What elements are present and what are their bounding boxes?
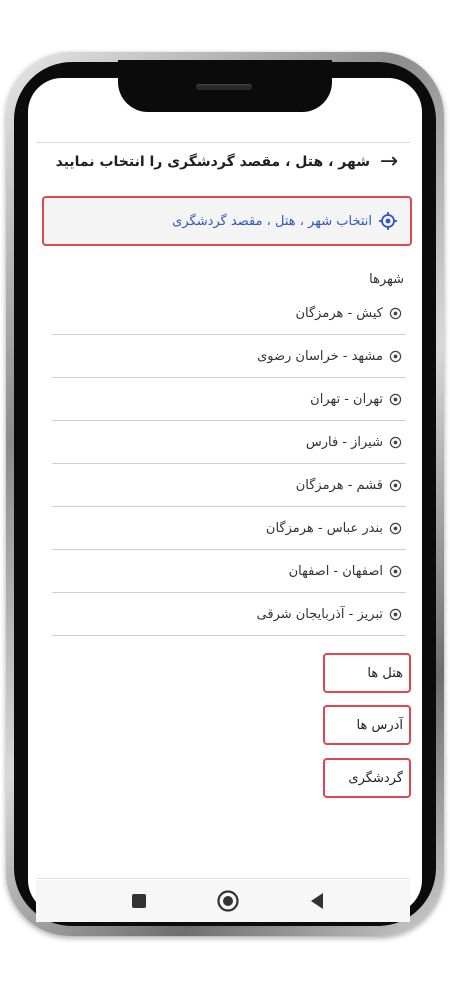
city-label: قشم - هرمزگان	[295, 477, 383, 493]
city-item-mashhad[interactable]: مشهد - خراسان رضوی	[52, 335, 406, 378]
status-divider	[36, 142, 410, 143]
location-pin-icon	[389, 565, 402, 577]
speaker-grille	[196, 84, 252, 90]
location-pin-icon	[389, 307, 402, 319]
page-title: شهر ، هتل ، مقصد گردشگری را انتخاب نمایی…	[55, 154, 370, 170]
city-item-isfahan[interactable]: اصفهان - اصفهان	[52, 550, 406, 593]
search-label: انتخاب شهر ، هتل ، مقصد گردشگری	[172, 213, 372, 229]
square-icon[interactable]	[126, 888, 152, 914]
city-label: تبریز - آذربایجان شرقی	[256, 606, 383, 622]
city-item-bandar-abbas[interactable]: بندر عباس - هرمزگان	[52, 507, 406, 550]
city-item-qeshm[interactable]: قشم - هرمزگان	[52, 464, 406, 507]
addresses-button[interactable]: آدرس ها	[323, 705, 411, 745]
location-pin-icon	[389, 350, 402, 362]
city-label: کیش - هرمزگان	[295, 305, 383, 321]
city-label: بندر عباس - هرمزگان	[265, 520, 383, 536]
target-icon	[379, 212, 397, 230]
city-item-shiraz[interactable]: شیراز - فارس	[52, 421, 406, 464]
search-selector[interactable]: انتخاب شهر ، هتل ، مقصد گردشگری	[42, 196, 412, 246]
circle-icon[interactable]	[215, 888, 241, 914]
hotels-button[interactable]: هتل ها	[323, 653, 411, 693]
city-label: تهران - تهران	[310, 391, 383, 407]
city-item-tehran[interactable]: تهران - تهران	[52, 378, 406, 421]
arrow-right-icon[interactable]: →	[376, 151, 402, 173]
location-pin-icon	[389, 608, 402, 620]
city-label: مشهد - خراسان رضوی	[257, 348, 383, 364]
location-pin-icon	[389, 479, 402, 491]
location-pin-icon	[389, 436, 402, 448]
cities-section-title: شهرها	[369, 272, 404, 287]
triangle-back-icon[interactable]	[304, 888, 330, 914]
page-header: → شهر ، هتل ، مقصد گردشگری را انتخاب نما…	[36, 148, 410, 176]
city-label: شیراز - فارس	[305, 434, 383, 450]
tourism-button[interactable]: گردشگری	[323, 758, 411, 798]
city-list: کیش - هرمزگان مشهد - خراسان رضوی تهران -…	[52, 292, 406, 636]
city-item-tabriz[interactable]: تبریز - آذربایجان شرقی	[52, 593, 406, 636]
city-label: اصفهان - اصفهان	[288, 563, 383, 579]
android-nav-bar	[36, 880, 410, 922]
city-item-kish[interactable]: کیش - هرمزگان	[52, 292, 406, 335]
nav-divider	[36, 878, 410, 879]
location-pin-icon	[389, 522, 402, 534]
location-pin-icon	[389, 393, 402, 405]
